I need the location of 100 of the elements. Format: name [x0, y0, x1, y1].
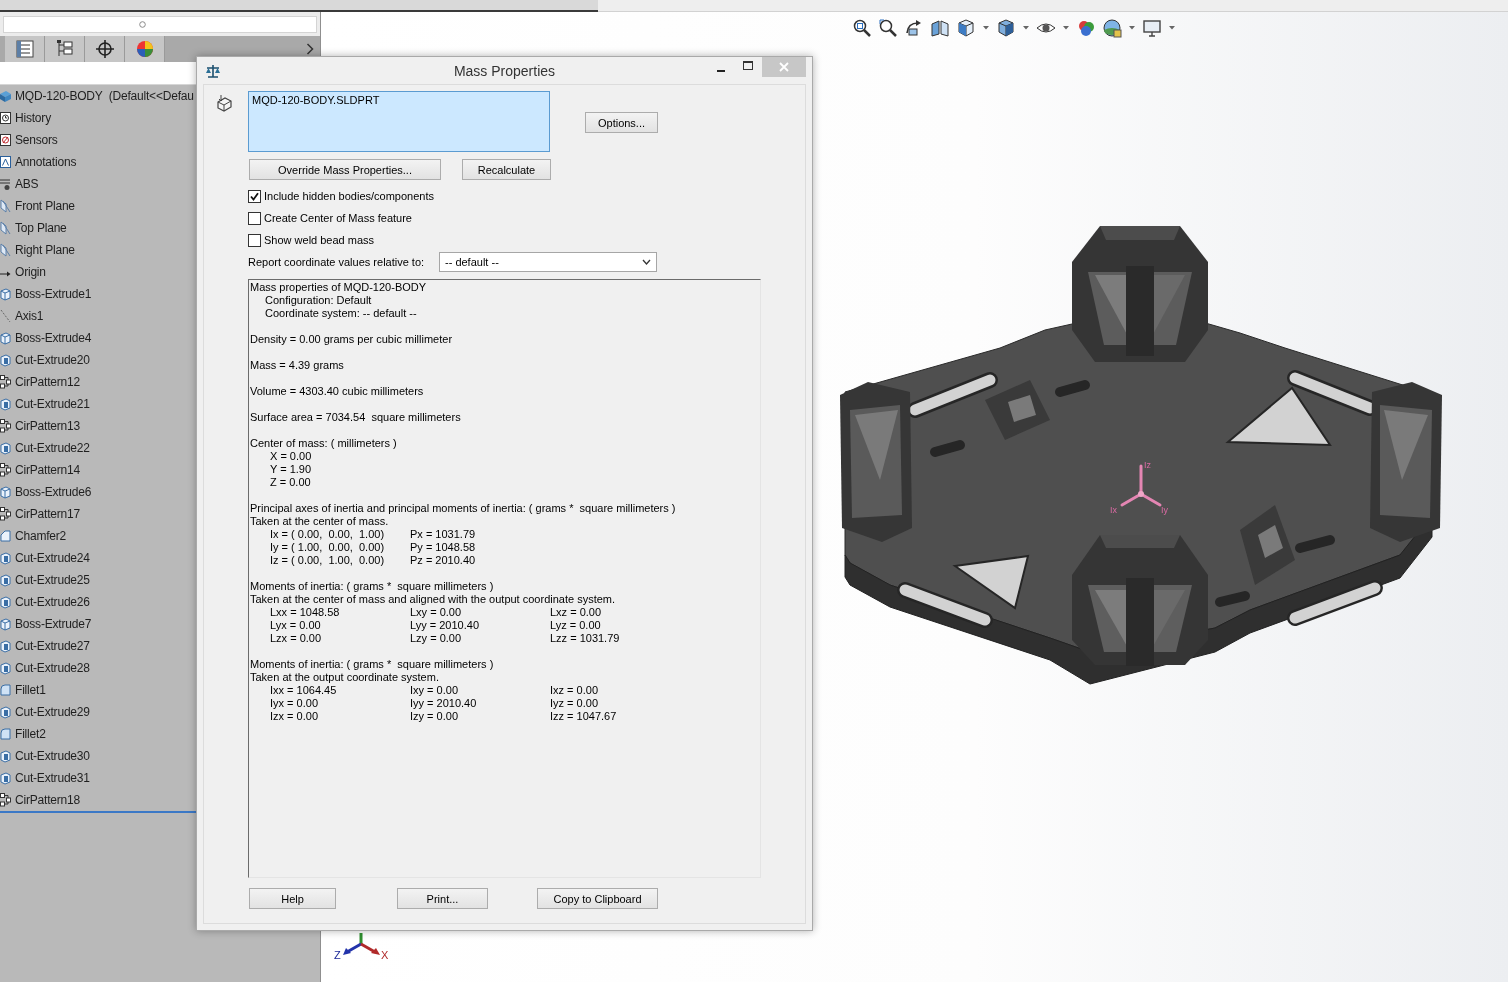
- monitor-icon[interactable]: [1142, 18, 1162, 38]
- override-button[interactable]: Override Mass Properties...: [249, 159, 441, 180]
- zoom-area-icon[interactable]: [878, 18, 898, 38]
- report-line: Center of mass: ( millimeters ): [250, 437, 397, 450]
- tree-item[interactable]: Cut-Extrude27: [15, 639, 90, 653]
- report-value: Ixz = 0.00: [550, 684, 598, 697]
- tree-item[interactable]: Boss-Extrude6: [15, 485, 92, 499]
- tree-item[interactable]: Fillet1: [15, 683, 46, 697]
- tree-item[interactable]: Cut-Extrude20: [15, 353, 90, 367]
- zoom-fit-icon[interactable]: [852, 18, 872, 38]
- cut-extrude-icon: [0, 639, 11, 653]
- help-button[interactable]: Help: [249, 888, 336, 909]
- tree-item[interactable]: Right Plane: [15, 243, 75, 257]
- tree-icon[interactable]: [54, 39, 75, 59]
- tree-item[interactable]: Annotations: [15, 155, 77, 169]
- tree-item[interactable]: Cut-Extrude29: [15, 705, 90, 719]
- tree-item[interactable]: CirPattern18: [15, 793, 80, 807]
- report-value: Lyx = 0.00: [270, 619, 321, 632]
- panel-tab[interactable]: [85, 36, 125, 62]
- caret-icon[interactable]: [1128, 24, 1136, 32]
- panel-tab[interactable]: [45, 36, 85, 62]
- tree-item[interactable]: Cut-Extrude22: [15, 441, 90, 455]
- cube-icon[interactable]: [956, 18, 976, 38]
- globe-icon[interactable]: [1102, 18, 1122, 38]
- color-wheel-icon[interactable]: [134, 39, 155, 59]
- axis-triad-icon: [343, 933, 380, 955]
- selection-list[interactable]: MQD-120-BODY.SLDPRT: [248, 91, 550, 152]
- tree-item[interactable]: Sensors: [15, 133, 58, 147]
- axis-label: Z: [334, 949, 341, 961]
- cut-extrude-icon: [0, 749, 11, 763]
- checkbox[interactable]: [248, 211, 261, 225]
- dialog-title: Mass Properties: [453, 62, 556, 79]
- shaded-cube-icon[interactable]: [996, 18, 1016, 38]
- report-value: Ixy = 0.00: [410, 684, 458, 697]
- copy-to-clipboard-button[interactable]: Copy to Clipboard: [537, 888, 658, 909]
- grip-icon[interactable]: [139, 20, 146, 28]
- maximize-icon[interactable]: [743, 61, 753, 71]
- tree-item[interactable]: History: [15, 111, 51, 125]
- pattern-icon: [0, 507, 11, 521]
- pattern-icon: [0, 375, 11, 389]
- tree-item[interactable]: Top Plane: [15, 221, 67, 235]
- tree-item[interactable]: CirPattern14: [15, 463, 80, 477]
- tree-item[interactable]: Cut-Extrude31: [15, 771, 90, 785]
- report-value: Izx = 0.00: [270, 710, 318, 723]
- caret-icon[interactable]: [1168, 24, 1176, 32]
- tree-item[interactable]: Boss-Extrude4: [15, 331, 92, 345]
- report-line: Taken at the center of mass and aligned with the output coordinate system.: [250, 593, 616, 606]
- tree-item[interactable]: Boss-Extrude7: [15, 617, 92, 631]
- tree-item[interactable]: Cut-Extrude28: [15, 661, 90, 675]
- tree-item[interactable]: Boss-Extrude1: [15, 287, 92, 301]
- cut-extrude-icon: [0, 397, 11, 411]
- report-value: Izy = 0.00: [410, 710, 458, 723]
- list-item[interactable]: MQD-120-BODY.SLDPRT: [252, 94, 380, 106]
- report-line: Moments of inertia: ( grams * square millimeters ): [250, 658, 494, 671]
- scales-icon: [205, 62, 221, 79]
- tree-item[interactable]: Origin: [15, 265, 46, 279]
- options-button[interactable]: Options...: [585, 112, 658, 133]
- split-box-icon[interactable]: [930, 18, 950, 38]
- report-value: Iz = ( 0.00, 1.00, 0.00): [270, 554, 385, 567]
- tree-item[interactable]: Chamfer2: [15, 529, 67, 543]
- tree-item[interactable]: Cut-Extrude30: [15, 749, 90, 763]
- color-balls-icon[interactable]: [1076, 18, 1096, 38]
- tree-item[interactable]: CirPattern12: [15, 375, 80, 389]
- caret-icon[interactable]: [1022, 24, 1030, 32]
- caret-icon[interactable]: [1062, 24, 1070, 32]
- tree-item[interactable]: MQD-120-BODY (Default<<Defau: [15, 89, 194, 103]
- caret-down-icon: [642, 259, 651, 265]
- caret-icon[interactable]: [982, 24, 990, 32]
- report-value: Lxy = 0.00: [410, 606, 462, 619]
- tree-item[interactable]: Cut-Extrude21: [15, 397, 90, 411]
- close-icon: [779, 62, 789, 72]
- report-value: Py = 1048.58: [410, 541, 476, 554]
- tree-item[interactable]: Cut-Extrude26: [15, 595, 90, 609]
- recalculate-button[interactable]: Recalculate: [462, 159, 551, 180]
- crosshair-icon[interactable]: [94, 39, 115, 59]
- tree-item[interactable]: Axis1: [15, 309, 44, 323]
- report-line: Mass properties of MQD-120-BODY: [250, 281, 427, 294]
- report-value: Lyz = 0.00: [550, 619, 601, 632]
- report-value: Ixx = 1064.45: [270, 684, 337, 697]
- tree-item[interactable]: Cut-Extrude25: [15, 573, 90, 587]
- checkbox[interactable]: [248, 233, 261, 247]
- tree-item[interactable]: CirPattern13: [15, 419, 80, 433]
- coordinate-dropdown[interactable]: -- default --: [439, 252, 657, 272]
- list-icon[interactable]: [14, 39, 35, 59]
- checkbox-label: Create Center of Mass feature: [264, 212, 412, 224]
- tree-item[interactable]: CirPattern17: [15, 507, 80, 521]
- chevron-right-icon[interactable]: [306, 43, 314, 55]
- checkbox[interactable]: [248, 189, 261, 203]
- report-value: Iyy = 2010.40: [410, 697, 477, 710]
- tree-item[interactable]: Cut-Extrude24: [15, 551, 90, 565]
- report-value: Y = 1.90: [270, 463, 312, 476]
- extrude-icon: [0, 287, 11, 301]
- tree-item[interactable]: Front Plane: [15, 199, 75, 213]
- report-value: Lxz = 0.00: [550, 606, 602, 619]
- print-button[interactable]: Print...: [397, 888, 488, 909]
- tree-item[interactable]: ABS: [15, 177, 39, 191]
- axis-label: Iz: [1144, 460, 1151, 470]
- report-value: X = 0.00: [270, 450, 312, 463]
- tree-item[interactable]: Fillet2: [15, 727, 46, 741]
- panel-tab[interactable]: [5, 36, 45, 62]
